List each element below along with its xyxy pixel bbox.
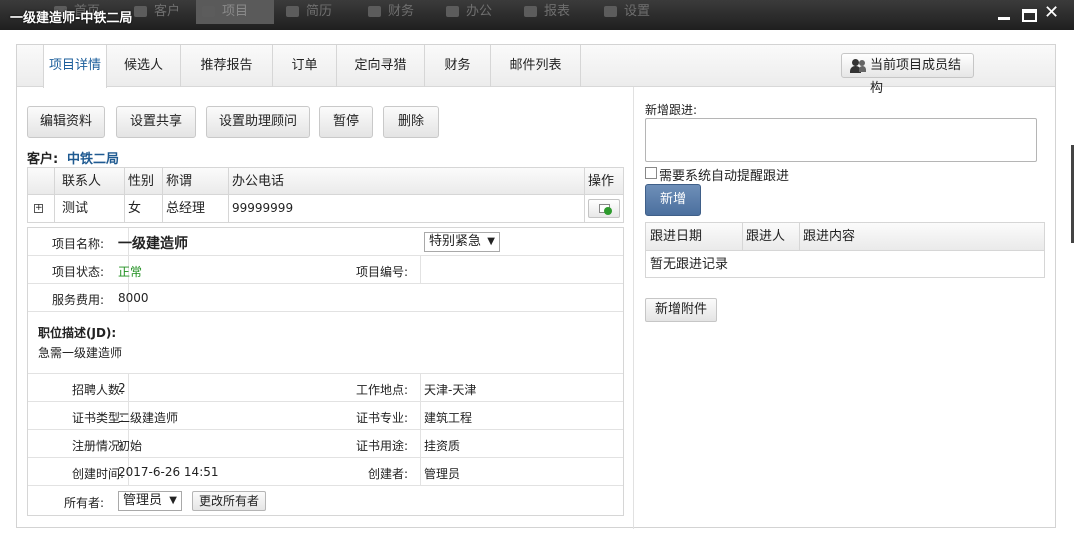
finance-icon: [368, 6, 381, 17]
cert-use-label: 证书用途:: [355, 439, 408, 453]
cert-major: 建筑工程: [424, 411, 473, 425]
header-followup-person: 跟进人: [746, 229, 786, 244]
owner-select[interactable]: 管理员 ▼: [118, 491, 182, 511]
people-icon: [286, 6, 299, 17]
add-document-icon[interactable]: [588, 199, 620, 218]
project-detail-form: 项目名称: 一级建造师 特别紧急 ▼ 项目状态: 正常 项目编号: 服务费用: 8…: [27, 227, 624, 516]
content-panel: 项目详情 候选人 推荐报告 订单 定向寻猎 财务 邮件列表 当前项目成员结构 编…: [16, 44, 1056, 529]
service-fee: 8000: [118, 291, 149, 305]
tab-candidates[interactable]: 候选人: [107, 45, 181, 87]
cert-type-label: 证书类型:: [71, 411, 124, 425]
cert-use: 挂资质: [424, 439, 461, 453]
tab-recommend-report[interactable]: 推荐报告: [181, 45, 273, 87]
customer-name[interactable]: 中铁二局: [67, 148, 119, 167]
nav-customer[interactable]: 客户: [128, 0, 196, 24]
registration: 初始: [118, 439, 143, 453]
header-action: 操作: [588, 174, 615, 189]
delete-button[interactable]: 删除: [383, 106, 439, 138]
nav-office[interactable]: 办公: [440, 0, 510, 24]
customer-label: 客户:: [27, 152, 59, 167]
users-icon: [850, 59, 866, 73]
contact-name: 测试: [62, 201, 89, 216]
created-time: 2017-6-26 14:51: [118, 465, 219, 479]
location: 天津-天津: [424, 383, 477, 397]
registration-label: 注册情况:: [71, 439, 124, 453]
project-name: 一级建造师: [118, 236, 188, 252]
created-time-label: 创建时间:: [71, 467, 124, 481]
project-status: 正常: [118, 265, 143, 279]
top-nav-bar: 首页 客户 项目 简历 财务 办公 报表 设置 一级建造师-中铁二局 ✕: [0, 0, 1074, 30]
scrollbar[interactable]: [1062, 90, 1074, 550]
jd-label: 职位描述(JD):: [38, 326, 117, 340]
maximize-icon[interactable]: [1022, 9, 1037, 22]
tab-email-list[interactable]: 邮件列表: [491, 45, 581, 87]
header-contact: 联系人: [62, 174, 102, 189]
header-phone: 办公电话: [232, 174, 285, 189]
tab-bar: 项目详情 候选人 推荐报告 订单 定向寻猎 财务 邮件列表 当前项目成员结构: [17, 45, 1055, 96]
pause-button[interactable]: 暂停: [319, 106, 373, 138]
edit-info-button[interactable]: 编辑资料: [27, 106, 105, 138]
cert-major-label: 证书专业:: [355, 411, 408, 425]
empty-followup-text: 暂无跟进记录: [650, 257, 729, 272]
expand-icon[interactable]: +: [34, 204, 43, 213]
tab-project-detail[interactable]: 项目详情: [43, 45, 107, 88]
pie-chart-icon: [524, 6, 537, 17]
followup-table: 跟进日期 跟进人 跟进内容 暂无跟进记录: [645, 222, 1045, 278]
service-fee-label: 服务费用:: [51, 293, 104, 307]
folder-icon: [202, 6, 215, 17]
project-detail-window: 项目详情 候选人 推荐报告 订单 定向寻猎 财务 邮件列表 当前项目成员结构 编…: [0, 30, 1074, 552]
change-owner-button[interactable]: 更改所有者: [192, 491, 266, 511]
printer-icon: [446, 6, 459, 17]
tab-finance[interactable]: 财务: [425, 45, 491, 87]
close-icon[interactable]: ✕: [1044, 4, 1059, 22]
project-status-label: 项目状态:: [51, 265, 104, 279]
header-followup-date: 跟进日期: [650, 229, 703, 244]
add-followup-button[interactable]: 新增: [645, 184, 701, 216]
dropdown-arrow-icon: ▼: [487, 236, 495, 247]
nav-finance[interactable]: 财务: [362, 0, 438, 24]
customer-icon: [134, 6, 147, 17]
header-gender: 性别: [128, 174, 155, 189]
gear-icon: [604, 6, 617, 17]
column-divider: [633, 87, 634, 529]
table-header: 跟进日期 跟进人 跟进内容: [646, 223, 1044, 251]
set-assistant-button[interactable]: 设置助理顾问: [206, 106, 310, 138]
set-share-button[interactable]: 设置共享: [116, 106, 196, 138]
contact-title: 总经理: [166, 201, 206, 216]
header-title: 称谓: [166, 174, 193, 189]
header-followup-content: 跟进内容: [803, 229, 856, 244]
nav-resume[interactable]: 简历: [280, 0, 358, 24]
nav-project[interactable]: 项目: [196, 0, 274, 24]
auto-remind-label: 需要系统自动提醒跟进: [659, 169, 790, 184]
window-title: 一级建造师-中铁二局: [10, 11, 133, 26]
tab-targeted-hunt[interactable]: 定向寻猎: [337, 45, 425, 87]
urgency-select[interactable]: 特别紧急 ▼: [424, 232, 500, 252]
followup-label: 新增跟进:: [645, 103, 698, 117]
contact-phone: 99999999: [232, 201, 294, 215]
creator: 管理员: [424, 467, 461, 481]
owner-label: 所有者:: [63, 496, 104, 510]
project-name-label: 项目名称:: [51, 237, 104, 251]
dropdown-arrow-icon: ▼: [169, 495, 177, 506]
table-header: 联系人 性别 称谓 办公电话 操作: [28, 168, 623, 195]
contact-gender: 女: [128, 201, 142, 216]
headcount-label: 招聘人数:: [71, 383, 124, 397]
nav-report[interactable]: 报表: [518, 0, 594, 24]
auto-remind-checkbox[interactable]: [645, 167, 657, 179]
table-row: + 测试 女 总经理 99999999: [28, 195, 623, 222]
headcount: 2: [118, 381, 126, 395]
add-attachment-button[interactable]: 新增附件: [645, 298, 717, 322]
creator-label: 创建者:: [367, 467, 408, 481]
nav-settings[interactable]: 设置: [598, 0, 674, 24]
cert-type: 二级建造师: [118, 411, 179, 425]
jd-text: 急需一级建造师: [38, 346, 123, 360]
project-number-label: 项目编号:: [355, 265, 408, 279]
member-structure-button[interactable]: 当前项目成员结构: [841, 53, 974, 96]
tab-orders[interactable]: 订单: [273, 45, 337, 87]
followup-textarea[interactable]: [645, 118, 1037, 162]
location-label: 工作地点:: [355, 383, 408, 397]
contact-table: 联系人 性别 称谓 办公电话 操作 + 测试 女 总经理 99999999: [27, 167, 624, 223]
